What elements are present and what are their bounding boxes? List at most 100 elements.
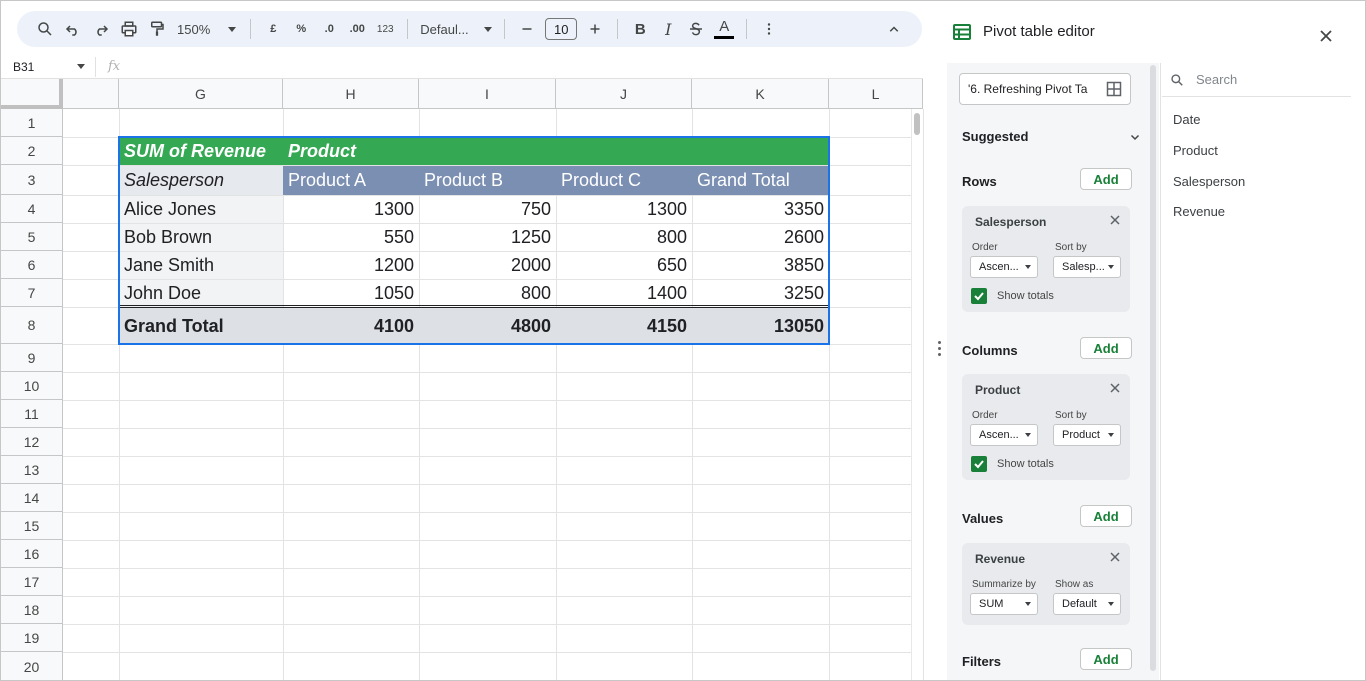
row-header-14[interactable]: 14	[1, 484, 63, 512]
pivot-header-cell[interactable]	[692, 138, 829, 165]
pivot-value-cell[interactable]: 1050	[283, 280, 419, 307]
pivot-value-cell[interactable]: 1300	[283, 196, 419, 223]
pivot-value-cell[interactable]: 1250	[419, 224, 556, 251]
column-header-k[interactable]: K	[692, 79, 829, 109]
column-header-j[interactable]: J	[556, 79, 692, 109]
data-range-input[interactable]: '6. Refreshing Pivot Ta	[959, 73, 1131, 105]
pivot-row-field-cell[interactable]: Salesperson	[119, 166, 283, 195]
row-header-19[interactable]: 19	[1, 624, 63, 652]
pivot-column-header[interactable]: Product C	[556, 166, 692, 195]
pivot-value-cell[interactable]: 1400	[556, 280, 692, 307]
search-icon[interactable]	[31, 15, 59, 43]
increase-decimal-button[interactable]: .00	[343, 15, 371, 43]
grid-vertical-scrollbar[interactable]	[911, 109, 923, 680]
pivot-column-header[interactable]: Product A	[283, 166, 419, 195]
show-as-select[interactable]: Default	[1053, 593, 1121, 615]
decrease-font-size-icon[interactable]	[513, 15, 541, 43]
pivot-value-cell[interactable]: 1300	[556, 196, 692, 223]
close-icon[interactable]	[1110, 552, 1120, 562]
add-value-button[interactable]: Add	[1080, 505, 1132, 527]
row-header-4[interactable]: 4	[1, 195, 63, 223]
pivot-value-cell[interactable]: 2600	[692, 224, 829, 251]
add-column-button[interactable]: Add	[1080, 337, 1132, 359]
pivot-column-header[interactable]: Product B	[419, 166, 556, 195]
pivot-grand-total-cell[interactable]: 13050	[692, 308, 829, 344]
more-icon[interactable]	[755, 15, 783, 43]
chevron-down-icon[interactable]	[1130, 132, 1140, 142]
pivot-value-cell[interactable]: 1200	[283, 252, 419, 279]
panel-scrollbar[interactable]	[1150, 65, 1156, 671]
redo-icon[interactable]	[87, 15, 115, 43]
row-header-3[interactable]: 3	[1, 165, 63, 195]
italic-button[interactable]: I	[654, 15, 682, 43]
name-box[interactable]: B31	[1, 56, 96, 77]
increase-font-size-icon[interactable]	[581, 15, 609, 43]
pivot-value-cell[interactable]: 3350	[692, 196, 829, 223]
field-product[interactable]: Product	[1173, 143, 1218, 158]
pivot-value-cell[interactable]: 550	[283, 224, 419, 251]
column-header-i[interactable]: I	[419, 79, 556, 109]
pivot-value-cell[interactable]: 650	[556, 252, 692, 279]
font-size-input[interactable]: 10	[545, 18, 578, 40]
pivot-column-field-cell[interactable]: Product	[283, 138, 419, 165]
pivot-grand-total-cell[interactable]: 4800	[419, 308, 556, 344]
more-formats-button[interactable]: 123	[371, 15, 399, 43]
pivot-row-label[interactable]: Bob Brown	[119, 224, 283, 251]
undo-icon[interactable]	[59, 15, 87, 43]
select-all-corner[interactable]	[1, 79, 63, 109]
close-icon[interactable]	[1315, 25, 1337, 47]
summarize-by-select[interactable]: SUM	[970, 593, 1038, 615]
pivot-grand-total-label[interactable]: Grand Total	[119, 308, 283, 344]
row-header-18[interactable]: 18	[1, 596, 63, 624]
decrease-decimal-button[interactable]: .0	[315, 15, 343, 43]
pivot-row-label[interactable]: Alice Jones	[119, 196, 283, 223]
column-header-g[interactable]: G	[119, 79, 283, 109]
pivot-title-cell[interactable]: SUM of Revenue	[119, 138, 283, 165]
row-header-16[interactable]: 16	[1, 540, 63, 568]
pivot-row-label[interactable]: Jane Smith	[119, 252, 283, 279]
pivot-grand-total-cell[interactable]: 4100	[283, 308, 419, 344]
field-search[interactable]: Search	[1162, 63, 1351, 97]
close-icon[interactable]	[1110, 215, 1120, 225]
pivot-value-cell[interactable]: 3250	[692, 280, 829, 307]
row-header-10[interactable]: 10	[1, 372, 63, 400]
row-header-13[interactable]: 13	[1, 456, 63, 484]
print-icon[interactable]	[115, 15, 143, 43]
column-header[interactable]	[63, 79, 119, 109]
pivot-value-cell[interactable]: 2000	[419, 252, 556, 279]
row-header-17[interactable]: 17	[1, 568, 63, 596]
rows-order-select[interactable]: Ascen...	[970, 256, 1038, 278]
add-filter-button[interactable]: Add	[1080, 648, 1132, 670]
row-header-15[interactable]: 15	[1, 512, 63, 540]
field-date[interactable]: Date	[1173, 112, 1200, 127]
columns-show-totals-checkbox[interactable]	[971, 456, 987, 472]
row-header-9[interactable]: 9	[1, 344, 63, 372]
pivot-column-header[interactable]: Grand Total	[692, 166, 829, 195]
row-header-6[interactable]: 6	[1, 251, 63, 279]
add-row-button[interactable]: Add	[1080, 168, 1132, 190]
row-header-11[interactable]: 11	[1, 400, 63, 428]
pivot-row-label[interactable]: John Doe	[119, 280, 283, 307]
column-header-h[interactable]: H	[283, 79, 419, 109]
field-salesperson[interactable]: Salesperson	[1173, 174, 1245, 189]
column-header-l[interactable]: L	[829, 79, 923, 109]
suggested-toggle[interactable]: Suggested	[962, 129, 1028, 144]
percent-button[interactable]: %	[287, 15, 315, 43]
columns-order-select[interactable]: Ascen...	[970, 424, 1038, 446]
row-header-2[interactable]: 2	[1, 137, 63, 165]
rows-sort-select[interactable]: Salesp...	[1053, 256, 1121, 278]
panel-resize-handle[interactable]	[938, 341, 942, 359]
paint-format-icon[interactable]	[143, 15, 171, 43]
bold-button[interactable]: B	[626, 15, 654, 43]
field-revenue[interactable]: Revenue	[1173, 204, 1225, 219]
grid-select-icon[interactable]	[1106, 81, 1122, 97]
font-select[interactable]: Defaul...	[416, 22, 496, 37]
columns-sort-select[interactable]: Product	[1053, 424, 1121, 446]
chevron-up-icon[interactable]	[880, 15, 908, 43]
row-header-7[interactable]: 7	[1, 279, 63, 307]
scrollbar-thumb[interactable]	[914, 113, 920, 135]
pivot-header-cell[interactable]	[556, 138, 692, 165]
pivot-value-cell[interactable]: 3850	[692, 252, 829, 279]
text-color-button[interactable]: A	[710, 15, 738, 43]
row-header-12[interactable]: 12	[1, 428, 63, 456]
